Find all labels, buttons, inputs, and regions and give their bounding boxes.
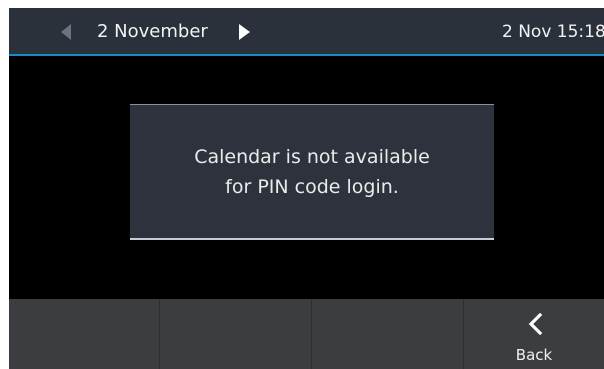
previous-day-icon[interactable] bbox=[61, 24, 71, 40]
date-title: 2 November bbox=[97, 21, 208, 42]
softkey-3[interactable] bbox=[312, 299, 464, 369]
next-day-icon[interactable] bbox=[239, 24, 250, 40]
phone-screen: 2 November 2 Nov 15:18 Calendar is not a… bbox=[9, 8, 604, 369]
header-bar: 2 November 2 Nov 15:18 bbox=[9, 8, 604, 56]
back-button[interactable]: Back bbox=[464, 299, 604, 369]
clock: 2 Nov 15:18 bbox=[502, 22, 604, 42]
softkey-1[interactable] bbox=[9, 299, 160, 369]
dialog-message: Calendar is not available for PIN code l… bbox=[194, 145, 430, 198]
back-chevron-icon bbox=[528, 313, 543, 335]
softkey-bar: Back bbox=[9, 299, 604, 369]
softkey-2[interactable] bbox=[160, 299, 312, 369]
info-dialog: Calendar is not available for PIN code l… bbox=[130, 104, 494, 240]
back-label: Back bbox=[515, 346, 553, 364]
